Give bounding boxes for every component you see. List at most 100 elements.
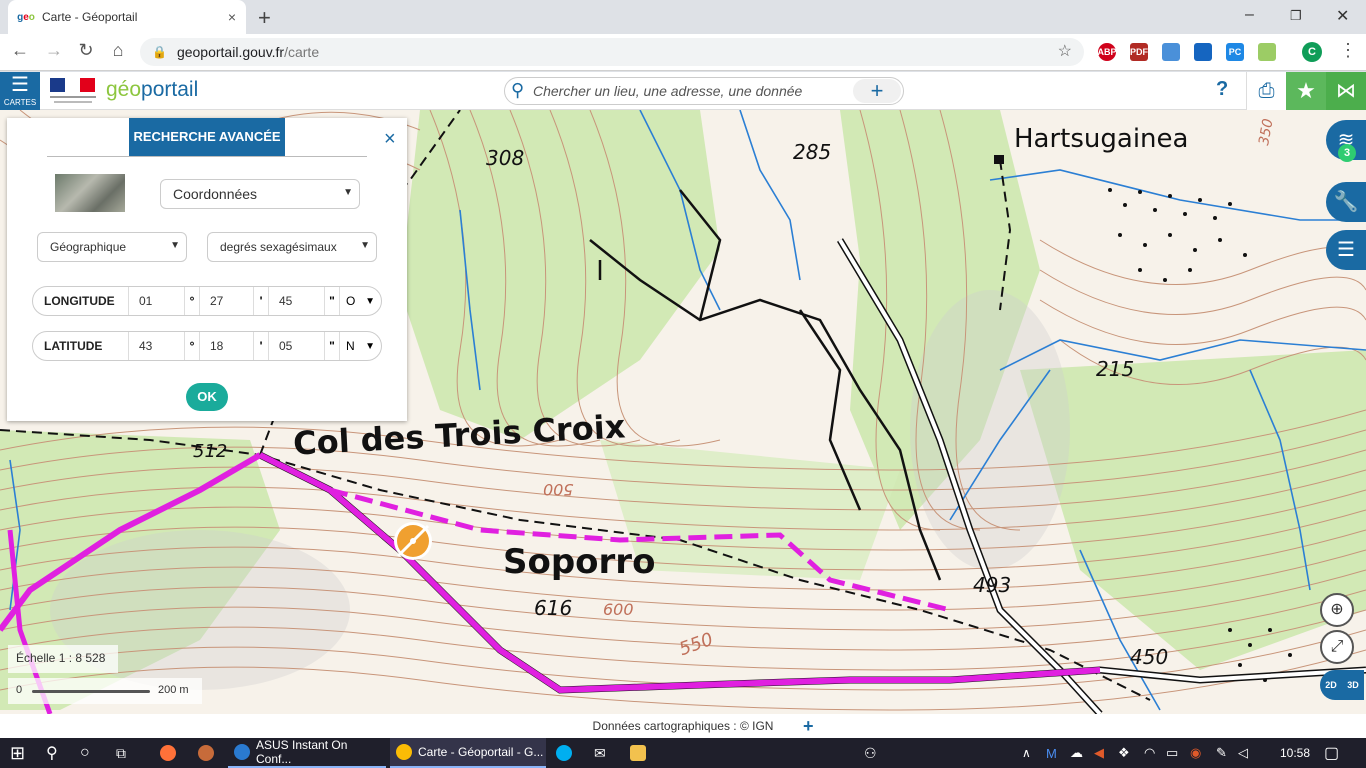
people-icon[interactable]: ⚇	[864, 738, 877, 768]
minimize-button[interactable]: –	[1245, 6, 1254, 24]
menu-dots-icon[interactable]: ⋮	[1336, 40, 1360, 61]
clock[interactable]: 10:58	[1280, 738, 1310, 768]
unit-select[interactable]: degrés sexagésimaux ▼	[207, 232, 377, 262]
search-extension-icon[interactable]	[1194, 43, 1212, 61]
latitude-degrees-input[interactable]: 43	[128, 332, 184, 360]
bookmark-star-icon[interactable]: ☆	[1058, 41, 1072, 61]
battery-icon[interactable]: ▭	[1166, 738, 1178, 768]
longitude-seconds-input[interactable]: 45	[268, 287, 324, 315]
firefox-icon[interactable]	[160, 738, 182, 768]
tray-chevron-icon[interactable]: ∧	[1022, 738, 1031, 768]
longitude-direction-value: O	[346, 294, 356, 308]
help-button[interactable]: ?	[1216, 78, 1228, 101]
panel-close-icon[interactable]: ×	[384, 128, 396, 151]
elevation-512: 512	[193, 441, 228, 462]
skype-icon[interactable]	[556, 738, 578, 768]
latitude-direction-select[interactable]: N ▼	[339, 332, 381, 360]
tray-app-icon-2[interactable]: ◉	[1190, 738, 1201, 768]
layers-count-badge: 3	[1338, 144, 1356, 162]
home-icon[interactable]: ⌂	[106, 40, 130, 61]
mail-icon[interactable]: ✉	[594, 738, 606, 768]
aerial-thumbnail	[55, 174, 125, 212]
taskbar-app-asus[interactable]: ASUS Instant On Conf...	[228, 738, 386, 768]
asus-app-icon	[234, 744, 250, 760]
elevation-616: 616	[534, 596, 573, 620]
place-label-soporro: Soporro	[503, 542, 656, 582]
favorites-star-icon[interactable]: ★	[1286, 72, 1326, 110]
dropbox-icon[interactable]: ❖	[1118, 738, 1130, 768]
fullscreen-icon[interactable]: ⤢	[1320, 630, 1354, 664]
reload-icon[interactable]: ↻	[74, 40, 98, 61]
second-symbol: "	[324, 287, 339, 315]
taskbar-app-chrome[interactable]: Carte - Géoportail - G...	[390, 738, 546, 768]
search-icon[interactable]: ⚲	[46, 738, 58, 768]
geoportail-header: ☰ CARTES géoportail ⚲ Chercher un lieu, …	[0, 72, 1366, 110]
chevron-down-icon: ▼	[365, 295, 375, 307]
elevation-308: 308	[486, 146, 525, 170]
geolocate-icon[interactable]: ⊕	[1320, 593, 1354, 627]
search-input[interactable]: ⚲ Chercher un lieu, une adresse, une don…	[504, 77, 904, 105]
maximize-button[interactable]: ❐	[1290, 8, 1302, 24]
unit-value: degrés sexagésimaux	[220, 240, 337, 254]
wifi-icon[interactable]: ◠	[1144, 738, 1155, 768]
elevation-493: 493	[973, 573, 1012, 597]
tab-close-icon[interactable]: ×	[228, 9, 236, 25]
mode-3d: 3D	[1347, 680, 1359, 690]
chevron-down-icon: ▼	[343, 187, 353, 198]
browser-tab[interactable]: geo Carte - Géoportail ×	[8, 0, 246, 34]
contour-label-600: 600	[603, 600, 634, 619]
notifications-icon[interactable]: ▢	[1324, 738, 1339, 768]
back-icon[interactable]: ←	[8, 40, 32, 61]
pc-extension-icon[interactable]: PC	[1226, 43, 1244, 61]
tray-app-icon[interactable]: M	[1046, 738, 1057, 768]
cortana-icon[interactable]: ○	[80, 738, 90, 768]
window-close-button[interactable]: ✕	[1336, 6, 1349, 26]
extension-icon[interactable]	[1162, 43, 1180, 61]
coord-system-select[interactable]: Géographique ▼	[37, 232, 187, 262]
new-tab-button[interactable]: +	[258, 5, 271, 31]
scale-bar: 0 200 m	[8, 678, 202, 704]
file-explorer-icon[interactable]	[630, 738, 652, 768]
latitude-seconds-input[interactable]: 05	[268, 332, 324, 360]
url-host: geoportail.gouv.fr	[176, 44, 285, 60]
adblock-extension-icon[interactable]: ABP	[1098, 43, 1117, 61]
windows-taskbar: ⊞ ⚲ ○ ⧉ ASUS Instant On Conf... Carte - …	[0, 738, 1366, 768]
legend-list-icon[interactable]: ☰	[1326, 230, 1366, 270]
pen-icon[interactable]: ✎	[1216, 738, 1227, 768]
longitude-row: LONGITUDE 01 ° 27 ' 45 " O ▼	[32, 286, 382, 316]
minute-symbol: '	[253, 332, 268, 360]
scale-zero: 0	[16, 684, 23, 696]
tools-wrench-icon[interactable]: 🔧	[1326, 182, 1366, 222]
pdf-extension-icon[interactable]: PDF	[1130, 43, 1148, 61]
tray-flag-icon[interactable]: ◀	[1094, 738, 1104, 768]
add-search-button[interactable]: +	[853, 79, 901, 103]
republique-francaise-logo	[50, 78, 96, 103]
longitude-degrees-input[interactable]: 01	[128, 287, 184, 315]
latitude-minutes-input[interactable]: 18	[199, 332, 253, 360]
layers-button[interactable]: ≋ 3	[1326, 120, 1366, 162]
panel-title: RECHERCHE AVANCÉE	[129, 118, 285, 156]
profile-avatar[interactable]: C	[1302, 42, 1322, 62]
forward-icon[interactable]: →	[42, 40, 66, 61]
geoportail-logo[interactable]: géoportail	[106, 78, 198, 102]
print-icon[interactable]: ⎙	[1246, 72, 1286, 110]
chrome-icon	[396, 744, 412, 760]
longitude-minutes-input[interactable]: 27	[199, 287, 253, 315]
windows-start-icon[interactable]: ⊞	[10, 738, 25, 768]
ok-button[interactable]: OK	[186, 383, 228, 411]
share-icon[interactable]: ⋈	[1326, 72, 1366, 110]
2d-3d-toggle[interactable]: 2D 3D	[1320, 670, 1364, 700]
search-type-select[interactable]: Coordonnées ▼	[160, 179, 360, 209]
elevation-215: 215	[1096, 357, 1135, 381]
logo-text-geo: géo	[106, 78, 142, 101]
app-icon[interactable]	[198, 738, 220, 768]
cartes-menu-button[interactable]: ☰ CARTES	[0, 72, 40, 110]
extension-icon-2[interactable]	[1258, 43, 1276, 61]
volume-icon[interactable]: ◁	[1238, 738, 1248, 768]
task-view-icon[interactable]: ⧉	[116, 738, 126, 768]
longitude-direction-select[interactable]: O ▼	[339, 287, 381, 315]
latitude-label: LATITUDE	[44, 339, 103, 353]
attribution-expand-button[interactable]: +	[803, 714, 814, 738]
url-bar[interactable]: 🔒 geoportail.gouv.fr/carte ☆	[140, 38, 1084, 66]
onedrive-icon[interactable]: ☁	[1070, 738, 1083, 768]
